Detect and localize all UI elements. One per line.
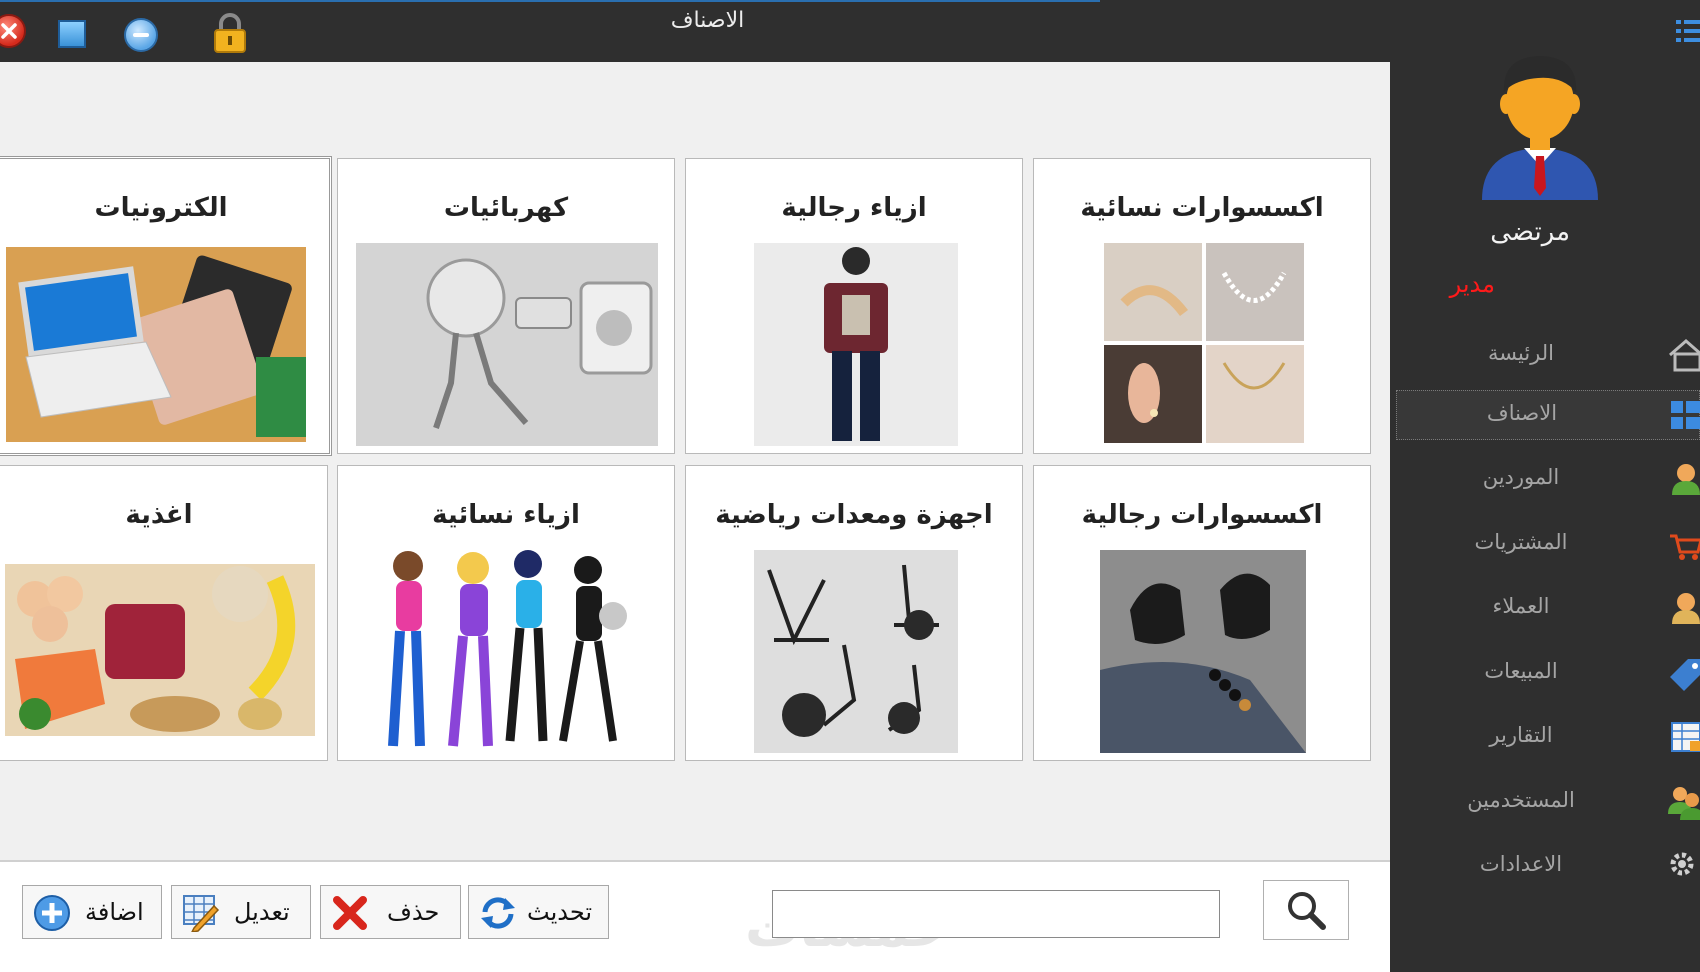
minus-icon: [133, 33, 149, 37]
sidebar-item-settings[interactable]: الاعدادات: [1396, 842, 1700, 892]
category-card[interactable]: ازياء نسائية: [337, 465, 675, 761]
sidebar-item-reports[interactable]: التقارير: [1396, 713, 1700, 763]
report-icon: [1671, 722, 1700, 752]
category-title: اغذية: [125, 500, 193, 530]
edit-icon: [183, 895, 220, 932]
category-image-sports-equipment: [754, 550, 958, 753]
sidebar-item-categories[interactable]: الاصناف: [1396, 390, 1700, 440]
category-title: اجهزة ومعدات رياضية: [715, 500, 993, 530]
delete-button[interactable]: حذف: [320, 885, 461, 939]
title-bar: الاصناف: [0, 0, 1700, 62]
home-icon: [1669, 339, 1700, 372]
refresh-icon: [481, 897, 515, 929]
sidebar-item-suppliers[interactable]: الموردين: [1396, 455, 1700, 505]
user-icon: [1672, 593, 1700, 624]
user-name: مرتضى: [1490, 217, 1570, 247]
edit-button[interactable]: تعديل: [171, 885, 311, 939]
user-role: مدير: [1449, 270, 1495, 298]
minimize-button[interactable]: [124, 18, 158, 52]
category-title: الكترونيات: [94, 193, 228, 223]
add-button[interactable]: اضافة: [22, 885, 162, 939]
user-avatar: [1482, 56, 1598, 200]
menu-button[interactable]: [1674, 14, 1700, 50]
maximize-button[interactable]: [58, 20, 86, 48]
sidebar-item-users[interactable]: المستخدمين: [1396, 778, 1700, 828]
category-card[interactable]: ازياء رجالية: [685, 158, 1023, 454]
category-image-womens-accessories: [1104, 243, 1304, 443]
category-card[interactable]: اغذية: [0, 465, 328, 761]
sidebar-item-home[interactable]: الرئيسة: [1396, 331, 1700, 381]
category-title: ازياء رجالية: [781, 193, 927, 223]
category-title: اكسسوارات رجالية: [1081, 500, 1323, 530]
add-icon: [34, 895, 70, 931]
lock-icon: [214, 13, 246, 53]
sidebar-item-label: الموردين: [1482, 465, 1560, 489]
refresh-button-label: تحديث: [527, 898, 593, 926]
sidebar: مرتضى مدير الرئيسة الاصناف الموردين المش…: [1390, 56, 1700, 970]
category-image-food: [5, 564, 315, 736]
category-image-electricals: [356, 243, 658, 446]
close-button[interactable]: [0, 14, 26, 48]
sidebar-item-label: التقارير: [1489, 723, 1553, 747]
category-card[interactable]: كهربائيات: [337, 158, 675, 454]
title-bar-accent-line: [0, 0, 1100, 2]
edit-button-label: تعديل: [234, 898, 290, 926]
sidebar-item-label: المبيعات: [1484, 659, 1558, 683]
category-title: اكسسوارات نسائية: [1080, 193, 1324, 223]
sidebar-item-label: الاصناف: [1486, 401, 1558, 425]
category-image-mens-accessories: [1100, 550, 1306, 753]
category-image-electronics: [6, 247, 306, 442]
search-button[interactable]: [1263, 880, 1349, 940]
delete-icon: [333, 896, 367, 930]
category-card-selected[interactable]: الكترونيات: [0, 156, 332, 456]
list-menu-icon: [1676, 20, 1700, 42]
users-icon: [1668, 787, 1700, 820]
category-card[interactable]: اجهزة ومعدات رياضية: [685, 465, 1023, 761]
gear-icon: [1670, 852, 1694, 876]
category-card[interactable]: اكسسوارات رجالية: [1033, 465, 1371, 761]
category-title: كهربائيات: [443, 193, 569, 223]
add-button-label: اضافة: [85, 898, 144, 926]
sidebar-item-label: الرئيسة: [1488, 341, 1554, 365]
sidebar-item-label: المستخدمين: [1467, 788, 1575, 812]
category-image-mens-fashion: [754, 243, 958, 446]
search-icon: [1288, 892, 1326, 930]
user-icon: [1672, 464, 1700, 495]
sidebar-item-customers[interactable]: العملاء: [1396, 584, 1700, 634]
sidebar-item-label: المشتريات: [1474, 530, 1568, 554]
refresh-button[interactable]: تحديث: [468, 885, 609, 939]
sidebar-item-label: الاعدادات: [1479, 852, 1563, 876]
sidebar-item-label: العملاء: [1492, 594, 1550, 618]
delete-button-label: حذف: [387, 898, 440, 926]
window-title: الاصناف: [670, 8, 745, 33]
category-image-womens-fashion: [358, 546, 656, 754]
search-input[interactable]: [772, 890, 1220, 938]
cart-icon: [1670, 534, 1700, 560]
category-card[interactable]: اكسسوارات نسائية: [1033, 158, 1371, 454]
close-icon: [1, 23, 17, 39]
sidebar-item-purchases[interactable]: المشتريات: [1396, 520, 1700, 570]
grid-icon: [1671, 401, 1700, 429]
category-title: ازياء نسائية: [432, 500, 580, 530]
tag-icon: [1670, 659, 1700, 691]
lock-button[interactable]: [212, 12, 248, 54]
sidebar-item-sales[interactable]: المبيعات: [1396, 649, 1700, 699]
